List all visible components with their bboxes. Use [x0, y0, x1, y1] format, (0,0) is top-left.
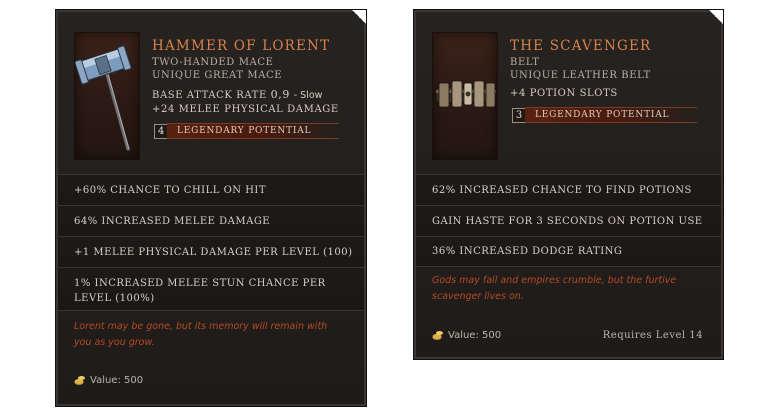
legendary-potential-count: 3 — [512, 107, 526, 123]
item-footer: Value: 500 — [74, 374, 346, 386]
affix-text: 36% increased Dodge Rating — [432, 246, 623, 257]
affix-text: +1 melee physical damage per level (100) — [74, 246, 353, 258]
item-portrait — [432, 32, 498, 160]
legendary-potential: 4 Legendary Potential — [154, 123, 340, 139]
item-tooltip-hammer-of-lorent: Hammer of Lorent Two-Handed Mace Unique … — [55, 9, 367, 407]
belt-icon — [435, 80, 497, 108]
level-requirement: Requires Level 14 — [602, 329, 703, 341]
implicit-stat: +4 Potion Slots — [510, 88, 618, 99]
base-attack-rate: Base Attack Rate 0,9 - Slow — [152, 88, 322, 101]
item-type: Belt — [510, 57, 540, 68]
affix-text: 62% increased Chance to Find Potions — [432, 184, 692, 196]
item-name: Hammer of Lorent — [152, 38, 331, 54]
affix-row: 36% increased Dodge Rating — [416, 236, 721, 267]
item-rarity: Unique Great Mace — [152, 70, 283, 81]
implicit-stat: +24 Melee Physical Damage — [152, 104, 339, 115]
legendary-potential-label: Legendary Potential — [525, 107, 698, 123]
affix-row: Gain Haste for 3 Seconds on Potion Use — [416, 205, 721, 236]
affix-row: +1 melee physical damage per level (100) — [58, 236, 364, 267]
item-type: Two-Handed Mace — [152, 57, 274, 68]
lore-text: Lorent may be gone, but its memory will … — [74, 321, 328, 348]
item-footer: Value: 500 Requires Level 14 — [432, 329, 703, 341]
hammer-icon — [75, 45, 132, 151]
base-attack-label: Base Attack Rate — [152, 90, 267, 101]
base-attack-value: 0,9 — [270, 88, 290, 101]
item-tooltip-the-scavenger: The Scavenger Belt Unique Leather Belt +… — [413, 9, 724, 360]
affix-text: 1% increased melee stun chance per level… — [74, 278, 326, 304]
item-value: Value: 500 — [74, 374, 143, 386]
affix-text: 64% increased Melee Damage — [74, 215, 271, 227]
item-value: Value: 500 — [432, 329, 501, 341]
gold-icon — [74, 376, 85, 385]
legendary-potential-count: 4 — [154, 123, 168, 139]
lore-text: Gods may fall and empires crumble, but t… — [432, 275, 677, 302]
affix-row: 62% increased Chance to Find Potions — [416, 174, 721, 205]
affix-text: Gain Haste for 3 Seconds on Potion Use — [432, 215, 703, 227]
gold-icon — [432, 331, 443, 340]
item-name: The Scavenger — [510, 38, 652, 54]
affix-row: 1% increased melee stun chance per level… — [58, 267, 364, 311]
base-attack-speed: - Slow — [293, 90, 323, 101]
affix-row: 64% increased Melee Damage — [58, 205, 364, 236]
item-value-text: Value: 500 — [448, 329, 502, 341]
item-header: Hammer of Lorent Two-Handed Mace Unique … — [58, 12, 364, 172]
affix-text: +60% Chance to Chill on Hit — [74, 184, 267, 196]
affix-row: +60% Chance to Chill on Hit — [58, 174, 364, 205]
item-header: The Scavenger Belt Unique Leather Belt +… — [416, 12, 721, 172]
item-value-text: Value: 500 — [90, 374, 144, 386]
legendary-potential: 3 Legendary Potential — [512, 107, 698, 123]
item-rarity: Unique Leather Belt — [510, 70, 651, 81]
item-portrait — [74, 32, 140, 160]
legendary-potential-label: Legendary Potential — [167, 123, 340, 139]
